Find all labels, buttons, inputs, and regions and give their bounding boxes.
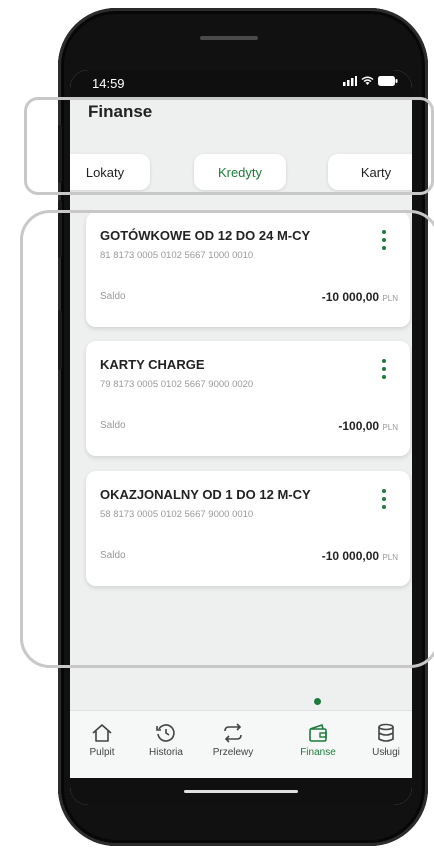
balance-value: -10 000,00: [321, 290, 380, 304]
loan-card[interactable]: OKAZJONALNY OD 1 DO 12 M-CY 58 8173 0005…: [86, 471, 410, 586]
currency: PLN: [382, 553, 398, 562]
account-number: 58 8173 0005 0102 5667 9000 0010: [100, 509, 254, 520]
loan-name: GOTÓWKOWE OD 12 DO 24 M-CY: [100, 228, 311, 243]
status-time: 14:59: [92, 76, 125, 91]
nav-historia[interactable]: Historia: [134, 723, 198, 758]
home-icon: [92, 724, 112, 742]
more-options-icon[interactable]: [382, 359, 386, 379]
active-indicator: [314, 698, 321, 705]
history-icon: [156, 724, 175, 742]
balance-amount: -10 000,00 PLN: [322, 290, 398, 304]
nav-label: Usługi: [372, 747, 400, 758]
battery-icon: [378, 76, 398, 86]
nav-label: Historia: [149, 747, 183, 758]
loan-card[interactable]: GOTÓWKOWE OD 12 DO 24 M-CY 81 8173 0005 …: [86, 212, 410, 327]
currency: PLN: [382, 423, 398, 432]
balance-value: -10 000,00: [321, 549, 380, 563]
nav-label: Przelewy: [212, 747, 254, 758]
database-icon: [378, 723, 394, 742]
product-tabs: Lokaty Kredyty Karty: [70, 154, 412, 194]
speaker-grill: [200, 36, 258, 40]
app-screen: 14:59 Finanse Lokaty Kredyty Karty GOTÓW…: [70, 70, 412, 805]
page-title: Finanse: [88, 102, 153, 121]
transfer-icon: [224, 723, 242, 743]
nav-label: Finanse: [300, 747, 336, 758]
loan-name: KARTY CHARGE: [100, 357, 205, 372]
saldo-label: Saldo: [100, 550, 126, 561]
phone-side-button: [58, 200, 62, 258]
balance-amount: -10 000,00 PLN: [322, 549, 398, 563]
saldo-label: Saldo: [100, 420, 126, 431]
account-number: 79 8173 0005 0102 5667 9000 0020: [100, 379, 254, 390]
tab-karty[interactable]: Karty: [328, 154, 412, 190]
status-bar: 14:59: [70, 70, 412, 102]
phone-side-button: [58, 310, 62, 370]
tab-lokaty[interactable]: Lokaty: [70, 154, 150, 190]
wifi-icon: [361, 76, 374, 85]
more-options-icon[interactable]: [382, 489, 386, 509]
nav-label: Pulpit: [89, 747, 115, 758]
nav-finanse[interactable]: Finanse: [286, 723, 350, 758]
nav-przelewy[interactable]: Przelewy: [201, 723, 265, 758]
balance-amount: -100,00 PLN: [338, 419, 398, 433]
more-options-icon[interactable]: [382, 230, 386, 250]
bottom-navigation: Pulpit Historia Przelewy Finanse Usługi: [70, 698, 412, 779]
currency: PLN: [382, 294, 398, 303]
loan-card[interactable]: KARTY CHARGE 79 8173 0005 0102 5667 9000…: [86, 341, 410, 456]
wallet-icon: [309, 723, 327, 742]
tab-kredyty[interactable]: Kredyty: [194, 154, 286, 190]
loan-name: OKAZJONALNY OD 1 DO 12 M-CY: [100, 487, 311, 502]
home-indicator[interactable]: [184, 790, 298, 793]
status-icons: [343, 76, 398, 86]
nav-uslugi[interactable]: Usługi: [354, 723, 412, 758]
nav-pulpit[interactable]: Pulpit: [70, 723, 134, 758]
saldo-label: Saldo: [100, 291, 126, 302]
signal-icon: [343, 76, 357, 86]
balance-value: -100,00: [338, 419, 380, 433]
phone-side-button: [58, 125, 62, 183]
account-number: 81 8173 0005 0102 5667 1000 0010: [100, 250, 254, 261]
